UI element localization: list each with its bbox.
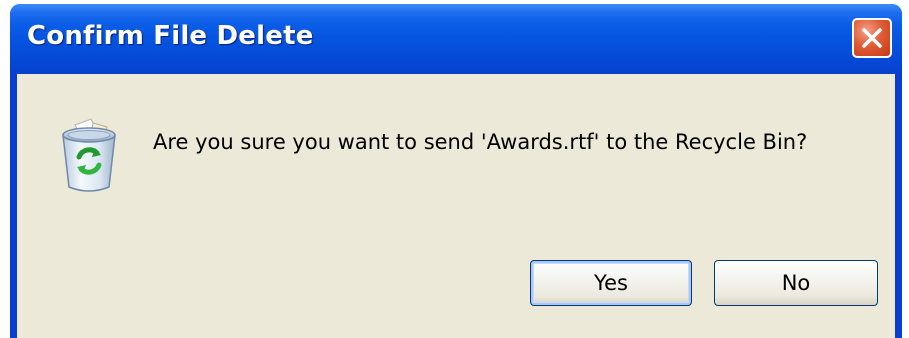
close-icon <box>862 28 882 48</box>
dialog-body: Are you sure you want to send 'Awards.rt… <box>17 74 895 338</box>
confirmation-message: Are you sure you want to send 'Awards.rt… <box>153 130 808 154</box>
title-bar[interactable]: Confirm File Delete <box>10 4 902 74</box>
recycle-bin-icon <box>62 118 116 192</box>
yes-button[interactable]: Yes <box>530 260 692 306</box>
confirm-file-delete-dialog: Confirm File Delete Are you sure you wan… <box>10 4 902 338</box>
close-button[interactable] <box>852 18 892 58</box>
dialog-title: Confirm File Delete <box>27 21 314 51</box>
no-button[interactable]: No <box>714 260 878 306</box>
